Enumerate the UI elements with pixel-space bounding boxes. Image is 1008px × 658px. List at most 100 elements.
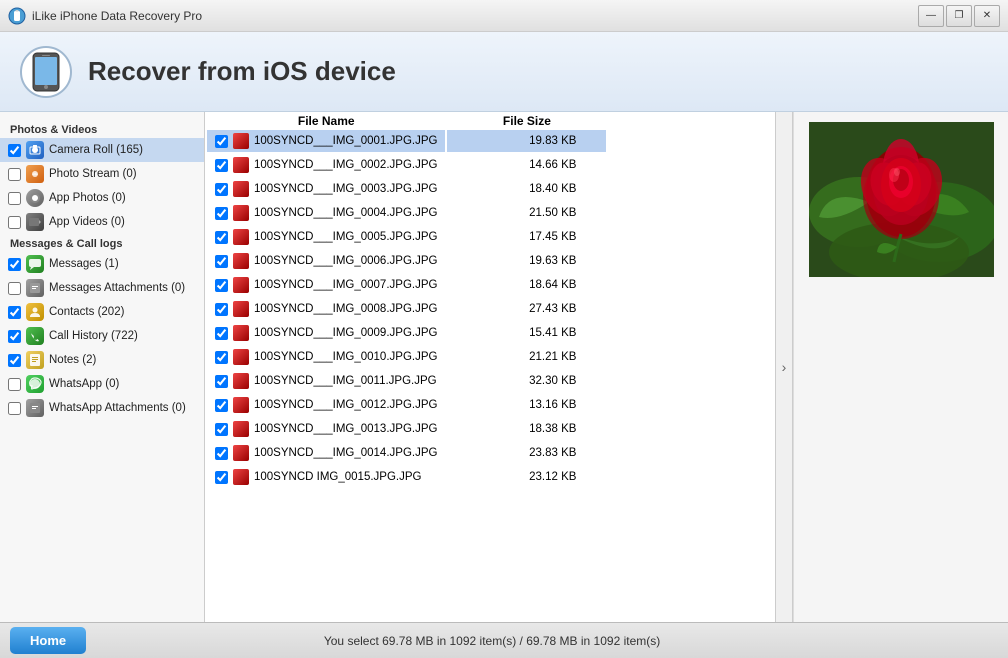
table-row[interactable]: 100SYNCD___IMG_0007.JPG.JPG 18.64 KB [207, 274, 606, 296]
table-row[interactable]: 100SYNCD___IMG_0014.JPG.JPG23.83 KB [207, 442, 606, 464]
table-row[interactable]: 100SYNCD___IMG_0008.JPG.JPG27.43 KB [207, 298, 606, 320]
sidebar-item-notes[interactable]: Notes (2) [0, 348, 204, 372]
file-thumbnail [233, 397, 249, 413]
notes-icon [26, 351, 44, 369]
sidebar-item-camera-roll[interactable]: Camera Roll (165) [0, 138, 204, 162]
file-name-cell: 100SYNCD___IMG_0014.JPG.JPG [207, 442, 445, 464]
row-checkbox[interactable] [215, 135, 228, 148]
checkbox-notes[interactable] [8, 354, 21, 367]
checkbox-contacts[interactable] [8, 306, 21, 319]
file-size-cell: 18.38 KB [447, 418, 606, 440]
minimize-button[interactable]: — [918, 5, 944, 27]
file-name-cell: 100SYNCD___IMG_0009.JPG.JPG [207, 322, 445, 344]
whatsapp-label: WhatsApp (0) [49, 378, 119, 390]
row-checkbox[interactable] [215, 303, 228, 316]
file-name: 100SYNCD___IMG_0010.JPG.JPG [254, 351, 437, 363]
table-row[interactable]: 100SYNCD___IMG_0003.JPG.JPG 18.40 KB [207, 178, 606, 200]
call-history-label: Call History (722) [49, 330, 138, 342]
checkbox-app-photos[interactable] [8, 192, 21, 205]
header: Recover from iOS device [0, 32, 1008, 112]
row-checkbox[interactable] [215, 231, 228, 244]
table-row[interactable]: 100SYNCD___IMG_0001.JPG.JPG 19.83 KB [207, 130, 606, 152]
sidebar-section-messages: Messages & Call logs [0, 234, 204, 252]
content-with-preview: File Name File Size 100SYNCD___IMG_0001.… [205, 112, 1008, 622]
row-checkbox[interactable] [215, 207, 228, 220]
file-name: 100SYNCD___IMG_0007.JPG.JPG [254, 279, 437, 291]
row-checkbox[interactable] [215, 351, 228, 364]
file-name-cell: 100SYNCD___IMG_0002.JPG.JPG [207, 154, 445, 176]
checkbox-app-videos[interactable] [8, 216, 21, 229]
file-size-cell: 21.50 KB [447, 202, 606, 224]
checkbox-whatsapp-attachments[interactable] [8, 402, 21, 415]
restore-button[interactable]: ❐ [946, 5, 972, 27]
file-size-cell: 32.30 KB [447, 370, 606, 392]
sidebar-item-call-history[interactable]: Call History (722) [0, 324, 204, 348]
table-row[interactable]: 100SYNCD___IMG_0004.JPG.JPG21.50 KB [207, 202, 606, 224]
row-checkbox[interactable] [215, 375, 228, 388]
app-photos-icon [26, 189, 44, 207]
scroll-divider: › [775, 112, 793, 622]
home-button[interactable]: Home [10, 627, 86, 654]
app-videos-label: App Videos (0) [49, 216, 125, 228]
file-size-cell: 18.40 KB [447, 178, 606, 200]
file-size-cell: 14.66 KB [447, 154, 606, 176]
file-table: File Name File Size 100SYNCD___IMG_0001.… [205, 112, 608, 490]
table-row[interactable]: 100SYNCD___IMG_0011.JPG.JPG 32.30 KB [207, 370, 606, 392]
file-size-cell: 19.63 KB [447, 250, 606, 272]
sidebar-item-app-videos[interactable]: App Videos (0) [0, 210, 204, 234]
file-size-cell: 23.12 KB [447, 466, 606, 488]
row-checkbox[interactable] [215, 183, 228, 196]
table-row[interactable]: 100SYNCD___IMG_0009.JPG.JPG15.41 KB [207, 322, 606, 344]
sidebar-item-messages[interactable]: Messages (1) [0, 252, 204, 276]
checkbox-whatsapp[interactable] [8, 378, 21, 391]
file-name: 100SYNCD___IMG_0003.JPG.JPG [254, 183, 437, 195]
row-checkbox[interactable] [215, 471, 228, 484]
row-checkbox[interactable] [215, 255, 228, 268]
sidebar-item-messages-attachments[interactable]: Messages Attachments (0) [0, 276, 204, 300]
row-checkbox[interactable] [215, 447, 228, 460]
sidebar-item-whatsapp-attachments[interactable]: WhatsApp Attachments (0) [0, 396, 204, 420]
table-row[interactable]: 100SYNCD___IMG_0013.JPG.JPG18.38 KB [207, 418, 606, 440]
sidebar-item-photo-stream[interactable]: Photo Stream (0) [0, 162, 204, 186]
table-row[interactable]: 100SYNCD___IMG_0012.JPG.JPG13.16 KB [207, 394, 606, 416]
sidebar-item-contacts[interactable]: Contacts (202) [0, 300, 204, 324]
file-name: 100SYNCD___IMG_0011.JPG.JPG [254, 375, 437, 387]
row-checkbox[interactable] [215, 399, 228, 412]
file-name-cell: 100SYNCD___IMG_0013.JPG.JPG [207, 418, 445, 440]
app-videos-icon [26, 213, 44, 231]
table-row[interactable]: 100SYNCD___IMG_0010.JPG.JPG21.21 KB [207, 346, 606, 368]
row-checkbox[interactable] [215, 423, 228, 436]
checkbox-messages[interactable] [8, 258, 21, 271]
chevron-right-icon: › [782, 359, 787, 375]
row-checkbox[interactable] [215, 159, 228, 172]
photo-stream-icon [26, 165, 44, 183]
checkbox-photo-stream[interactable] [8, 168, 21, 181]
row-checkbox[interactable] [215, 327, 228, 340]
table-row[interactable]: 100SYNCD IMG_0015.JPG.JPG23.12 KB [207, 466, 606, 488]
file-size-cell: 18.64 KB [447, 274, 606, 296]
call-history-icon [26, 327, 44, 345]
file-size-cell: 23.83 KB [447, 442, 606, 464]
checkbox-call-history[interactable] [8, 330, 21, 343]
camera-roll-icon [26, 141, 44, 159]
row-checkbox[interactable] [215, 279, 228, 292]
file-name-cell: 100SYNCD___IMG_0007.JPG.JPG [207, 274, 445, 296]
table-row[interactable]: 100SYNCD___IMG_0002.JPG.JPG14.66 KB [207, 154, 606, 176]
page-title: Recover from iOS device [88, 56, 396, 87]
status-text: You select 69.78 MB in 1092 item(s) / 69… [86, 634, 898, 648]
checkbox-messages-attachments[interactable] [8, 282, 21, 295]
file-size-cell: 19.83 KB [447, 130, 606, 152]
file-thumbnail [233, 421, 249, 437]
table-row[interactable]: 100SYNCD___IMG_0006.JPG.JPG19.63 KB [207, 250, 606, 272]
table-row[interactable]: 100SYNCD___IMG_0005.JPG.JPG17.45 KB [207, 226, 606, 248]
whatsapp-attachments-icon [26, 399, 44, 417]
file-thumbnail [233, 373, 249, 389]
file-thumbnail [233, 325, 249, 341]
close-button[interactable]: ✕ [974, 5, 1000, 27]
sidebar-item-app-photos[interactable]: App Photos (0) [0, 186, 204, 210]
file-name: 100SYNCD___IMG_0001.JPG.JPG [254, 135, 437, 147]
file-size-cell: 15.41 KB [447, 322, 606, 344]
messages-attachments-label: Messages Attachments (0) [49, 282, 185, 294]
checkbox-camera-roll[interactable] [8, 144, 21, 157]
sidebar-item-whatsapp[interactable]: WhatsApp (0) [0, 372, 204, 396]
